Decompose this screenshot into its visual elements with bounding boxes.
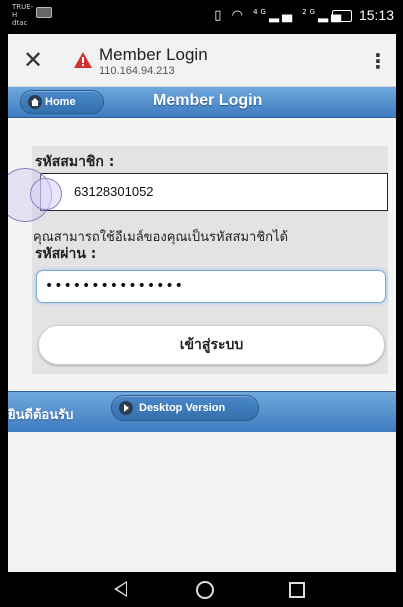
network-2g-label: 2G [302,8,318,16]
login-content: รหัสสมาชิก : 63128301052 คุณสามารถใช้อีเ… [8,118,396,390]
status-icons: ▯ ◠ 4G▂▄ 2G▂▄ [214,8,344,23]
home-button-label: Home [45,96,76,108]
clock: 15:13 [358,7,394,23]
more-vert-icon[interactable]: ⋮ [368,47,388,75]
desktop-version-button[interactable]: Desktop Version [111,395,259,421]
page-blank-area [8,432,396,572]
footer-bar: ยินดีต้อนรับ Desktop Version [8,391,396,432]
page-header: Home Member Login [8,87,396,118]
password-input[interactable]: ••••••••••••••• [36,270,386,303]
browser-page-title: Member Login [99,45,208,64]
notification-icon [36,7,52,18]
signal-icon: ▂▄ [268,8,295,23]
status-bar: TRUE-H dtac ▯ ◠ 4G▂▄ 2G▂▄ 15:13 [8,0,396,34]
network-4g-label: 4G [253,8,269,16]
member-id-label: รหัสสมาชิก : [35,154,115,170]
browser-toolbar: ✕ Member Login 110.164.94.213 ⋮ [8,34,396,87]
back-icon[interactable] [114,581,127,597]
welcome-text: ยินดีต้อนรับ [8,408,74,423]
home-circle-icon[interactable] [196,581,214,599]
password-label: รหัสผ่าน : [35,246,97,262]
warning-icon[interactable] [74,52,92,68]
touch-indicator-inner [30,178,62,210]
page-title: Member Login [153,92,263,109]
member-id-input[interactable]: 63128301052 [40,173,388,211]
home-button[interactable]: Home [20,90,104,114]
recent-apps-icon[interactable] [289,582,305,598]
battery-icon [332,10,352,22]
arrow-right-circle-icon [119,401,133,415]
wifi-icon: ◠ [231,8,246,23]
system-nav-bar [8,572,396,607]
vibrate-icon: ▯ [214,8,225,23]
login-button[interactable]: เข้าสู่ระบบ [38,325,385,365]
desktop-version-label: Desktop Version [139,402,226,414]
close-icon[interactable]: ✕ [18,45,48,75]
carrier-label: TRUE-H dtac [12,3,34,27]
home-icon [28,95,42,109]
browser-url[interactable]: 110.164.94.213 [99,65,175,77]
phone-screen: TRUE-H dtac ▯ ◠ 4G▂▄ 2G▂▄ 15:13 ✕ Member… [8,0,396,607]
